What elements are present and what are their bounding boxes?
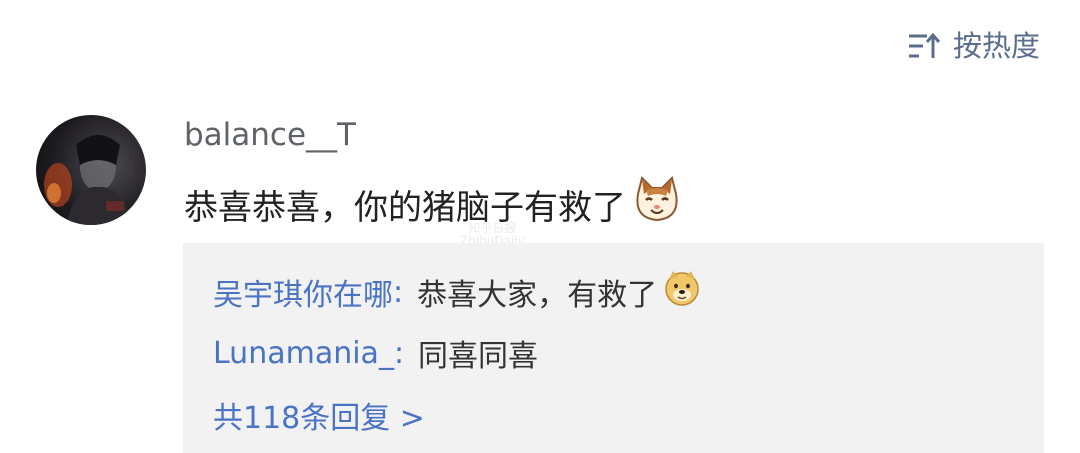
doge-emoji — [663, 269, 701, 315]
sort-by-popularity[interactable]: 按热度 — [907, 26, 1040, 66]
reply-text: 同喜同喜 — [418, 339, 539, 374]
avatar[interactable] — [36, 115, 146, 225]
comment-username[interactable]: balance__T — [184, 117, 356, 153]
replies-box: 吴宇琪你在哪 : 恭喜大家，有救了 Lunamania_ : 同喜同喜 共118… — [183, 243, 1044, 453]
cat-emoji — [632, 176, 682, 233]
reply-username[interactable]: Lunamania_ — [213, 336, 394, 371]
avatar-image — [44, 135, 132, 225]
reply-username[interactable]: 吴宇琪你在哪 — [213, 270, 393, 314]
view-all-replies-link[interactable]: 共118条回复 > — [213, 393, 425, 437]
reply-item[interactable]: 吴宇琪你在哪 : 恭喜大家，有救了 — [213, 269, 701, 315]
comment-text-row: 恭喜恭喜，你的猪脑子有救了 — [184, 176, 682, 233]
comment-text: 恭喜恭喜，你的猪脑子有救了 — [184, 188, 626, 228]
reply-separator: : — [393, 335, 405, 371]
sort-label: 按热度 — [952, 29, 1040, 63]
reply-text: 恭喜大家，有救了 — [417, 278, 658, 313]
reply-item[interactable]: Lunamania_ : 同喜同喜 — [213, 331, 538, 375]
sort-lines-icon — [908, 32, 941, 58]
reply-separator: : — [393, 274, 404, 310]
